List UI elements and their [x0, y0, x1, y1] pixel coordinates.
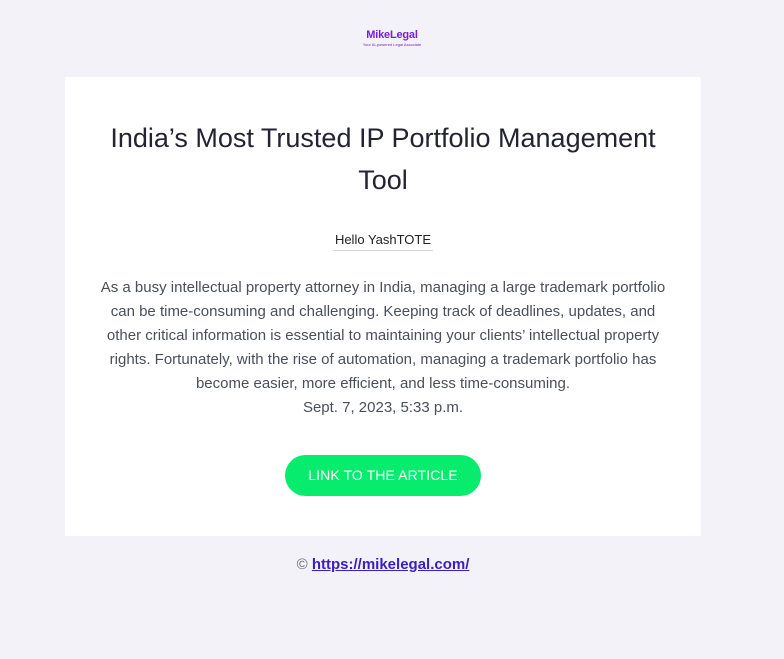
logo-tagline: Your AI-powered Legal Associate — [362, 42, 422, 47]
email-body-text: As a busy intellectual property attorney… — [100, 279, 666, 392]
copyright-symbol: © — [296, 556, 308, 573]
link-to-article-button[interactable]: LINK TO THE ARTICLE — [285, 455, 481, 496]
article-date: Sept. 7, 2023, 5:33 p.m. — [302, 399, 464, 416]
header-logo-area: MikeLegal Your AI-powered Legal Associat… — [0, 30, 784, 51]
footer: © https://mikelegal.com/ — [0, 556, 766, 574]
logo-name: MikeLegal — [366, 29, 418, 41]
email-title: India’s Most Trusted IP Portfolio Manage… — [110, 123, 656, 195]
mikelegal-logo[interactable]: MikeLegal Your AI-powered Legal Associat… — [363, 30, 422, 47]
greeting-wrap: Hello YashTOTE — [0, 231, 766, 251]
greeting-text: Hello YashTOTE — [332, 232, 434, 251]
footer-site-link[interactable]: https://mikelegal.com/ — [312, 556, 470, 573]
